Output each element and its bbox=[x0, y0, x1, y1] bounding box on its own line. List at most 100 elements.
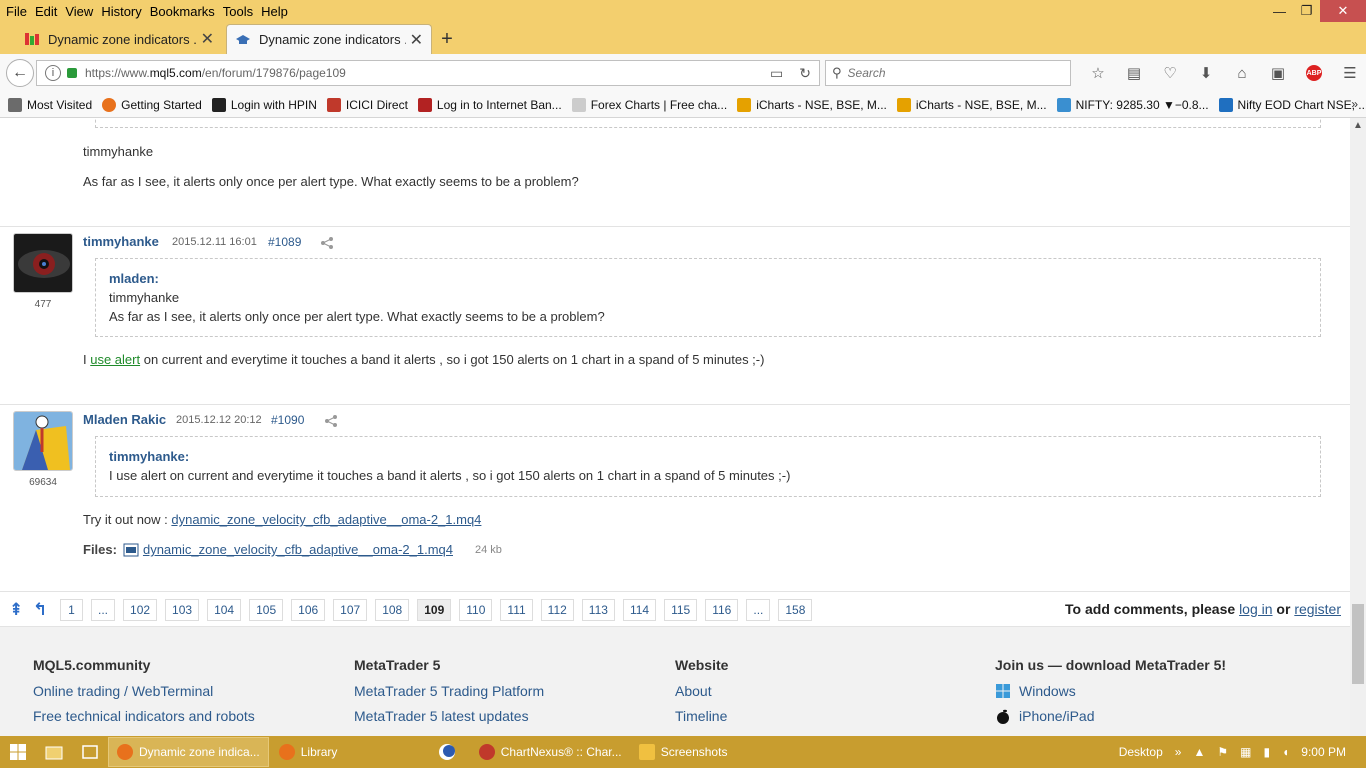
tray-battery-icon[interactable]: ▮ bbox=[1263, 745, 1270, 759]
file-download-link[interactable]: dynamic_zone_velocity_cfb_adaptive__oma-… bbox=[143, 542, 453, 557]
adblock-icon[interactable]: ABP bbox=[1306, 65, 1322, 81]
menu-edit[interactable]: Edit bbox=[33, 4, 63, 19]
menu-history[interactable]: History bbox=[99, 4, 147, 19]
post-number[interactable]: #1089 bbox=[268, 235, 301, 249]
menu-view[interactable]: View bbox=[63, 4, 99, 19]
page-link-105[interactable]: 105 bbox=[249, 599, 284, 621]
page-link-106[interactable]: 106 bbox=[291, 599, 326, 621]
page-link-107[interactable]: 107 bbox=[333, 599, 368, 621]
taskbar-item-chartnexus[interactable]: ChartNexus® :: Char... bbox=[471, 737, 629, 767]
avatar[interactable] bbox=[13, 411, 73, 471]
menu-bookmarks[interactable]: Bookmarks bbox=[148, 4, 221, 19]
download-icon[interactable]: ⬇ bbox=[1188, 62, 1224, 84]
page-link-115[interactable]: 115 bbox=[664, 599, 698, 621]
bookmarks-overflow-chevron[interactable]: » bbox=[1351, 97, 1358, 111]
menu-tools[interactable]: Tools bbox=[221, 4, 259, 19]
share-icon[interactable] bbox=[320, 237, 334, 249]
page-link-114[interactable]: 114 bbox=[622, 599, 657, 621]
tab-2[interactable]: Dynamic zone indicators .... ✕ bbox=[226, 24, 432, 54]
tray-volume-icon[interactable]: ◖ bbox=[1282, 745, 1289, 759]
quote-author[interactable]: timmyhanke: bbox=[109, 449, 1320, 464]
taskbar-item-firefox[interactable]: Dynamic zone indica... bbox=[108, 737, 269, 767]
page-ellipsis[interactable]: ... bbox=[746, 599, 771, 621]
bookmark-getting-started[interactable]: Getting Started bbox=[102, 97, 202, 112]
avatar[interactable] bbox=[13, 233, 73, 293]
page-link-110[interactable]: 110 bbox=[459, 599, 493, 621]
hamburger-menu-icon[interactable]: ☰ bbox=[1332, 62, 1366, 84]
bookmark-forex-charts[interactable]: Forex Charts | Free cha... bbox=[571, 97, 727, 112]
post-author[interactable]: timmyhanke bbox=[83, 234, 159, 249]
footer-link[interactable]: Online trading / WebTerminal bbox=[33, 683, 255, 699]
star-icon[interactable]: ☆ bbox=[1080, 62, 1116, 84]
info-icon[interactable]: i bbox=[45, 65, 61, 81]
tab-1[interactable]: Dynamic zone indicators .... ✕ bbox=[16, 24, 222, 54]
page-link-1[interactable]: 1 bbox=[60, 599, 83, 621]
post-number[interactable]: #1090 bbox=[271, 413, 304, 427]
page-ellipsis[interactable]: ... bbox=[91, 599, 116, 621]
tab-1-close-icon[interactable]: ✕ bbox=[201, 29, 214, 49]
close-window-button[interactable]: ✕ bbox=[1320, 0, 1366, 22]
page-link-112[interactable]: 112 bbox=[540, 599, 574, 621]
footer-link-iphone[interactable]: iPhone/iPad bbox=[995, 708, 1226, 724]
page-link-108[interactable]: 108 bbox=[375, 599, 410, 621]
url-bar[interactable]: i https://www.mql5.com/en/forum/179876/p… bbox=[36, 60, 820, 86]
bookmark-icici[interactable]: ICICI Direct bbox=[326, 97, 408, 112]
menu-file[interactable]: File bbox=[4, 4, 33, 19]
back-up-arrow-icon[interactable]: ↰ bbox=[33, 600, 47, 620]
page-link-102[interactable]: 102 bbox=[123, 599, 158, 621]
reload-icon[interactable]: ↻ bbox=[799, 65, 811, 82]
page-link-111[interactable]: 111 bbox=[500, 599, 533, 621]
taskbar-item-library[interactable]: Library bbox=[271, 737, 421, 767]
footer-link-windows[interactable]: Windows bbox=[995, 683, 1226, 699]
footer-link[interactable]: MetaTrader 5 latest updates bbox=[354, 708, 544, 724]
attachment-link[interactable]: dynamic_zone_velocity_cfb_adaptive__oma-… bbox=[171, 512, 481, 527]
minimize-button[interactable]: — bbox=[1266, 0, 1293, 22]
use-alert-link[interactable]: use alert bbox=[90, 352, 140, 367]
tray-up-arrow-icon[interactable]: ▲ bbox=[1193, 745, 1205, 759]
bookmark-most-visited[interactable]: Most Visited bbox=[8, 97, 92, 112]
search-box[interactable]: ⚲ bbox=[825, 60, 1071, 86]
clipboard-icon[interactable]: ▤ bbox=[1116, 62, 1152, 84]
reader-view-icon[interactable]: ▭ bbox=[770, 65, 783, 82]
desktop-chevron[interactable]: » bbox=[1175, 745, 1182, 759]
tray-flag-icon[interactable]: ⚑ bbox=[1217, 745, 1228, 759]
share-icon[interactable] bbox=[324, 415, 338, 427]
bookmark-internet-banking[interactable]: Log in to Internet Ban... bbox=[417, 97, 562, 112]
extension-icon[interactable]: ▣ bbox=[1260, 62, 1296, 84]
footer-link[interactable]: About bbox=[675, 683, 728, 699]
tray-network-icon[interactable]: ▦ bbox=[1240, 745, 1251, 759]
register-link[interactable]: register bbox=[1294, 601, 1341, 617]
pocket-icon[interactable]: ♡ bbox=[1152, 62, 1188, 84]
task-icon-explorer[interactable] bbox=[36, 736, 72, 768]
bookmark-icharts-2[interactable]: iCharts - NSE, BSE, M... bbox=[896, 97, 1047, 112]
taskbar-item-screenshots[interactable]: Screenshots bbox=[631, 737, 789, 767]
page-link-104[interactable]: 104 bbox=[207, 599, 242, 621]
bookmark-nifty[interactable]: NIFTY: 9285.30 ▼−0.8... bbox=[1056, 97, 1209, 112]
page-link-103[interactable]: 103 bbox=[165, 599, 200, 621]
footer-link[interactable]: MetaTrader 5 Trading Platform bbox=[354, 683, 544, 699]
tab-2-close-icon[interactable]: ✕ bbox=[410, 30, 423, 50]
footer-link[interactable]: Timeline bbox=[675, 708, 728, 724]
scrollbar-thumb[interactable] bbox=[1352, 604, 1364, 684]
clock[interactable]: 9:00 PM bbox=[1301, 745, 1346, 759]
restore-button[interactable]: ❐ bbox=[1293, 0, 1320, 22]
post-author[interactable]: Mladen Rakic bbox=[83, 412, 166, 427]
page-link-158[interactable]: 158 bbox=[778, 599, 813, 621]
start-button[interactable] bbox=[0, 736, 36, 768]
bookmark-hpin[interactable]: Login with HPIN bbox=[211, 97, 317, 112]
desktop-toolbar[interactable]: Desktop bbox=[1119, 745, 1163, 759]
home-icon[interactable]: ⌂ bbox=[1224, 62, 1260, 84]
login-link[interactable]: log in bbox=[1239, 601, 1272, 617]
search-input[interactable] bbox=[847, 66, 1048, 80]
bookmark-nifty-eod[interactable]: Nifty EOD Chart NSE, ... bbox=[1218, 97, 1366, 112]
page-scrollbar[interactable]: ▲ bbox=[1350, 118, 1366, 736]
bookmark-icharts-1[interactable]: iCharts - NSE, BSE, M... bbox=[737, 97, 887, 112]
scroll-to-top-icon[interactable]: ⇞ bbox=[9, 600, 23, 620]
page-link-116[interactable]: 116 bbox=[705, 599, 739, 621]
menu-help[interactable]: Help bbox=[259, 4, 294, 19]
quote-author[interactable]: mladen: bbox=[109, 271, 1320, 286]
footer-link[interactable]: Free technical indicators and robots bbox=[33, 708, 255, 724]
lock-icon[interactable] bbox=[67, 68, 77, 78]
scroll-up-icon[interactable]: ▲ bbox=[1353, 120, 1363, 131]
page-link-113[interactable]: 113 bbox=[581, 599, 615, 621]
